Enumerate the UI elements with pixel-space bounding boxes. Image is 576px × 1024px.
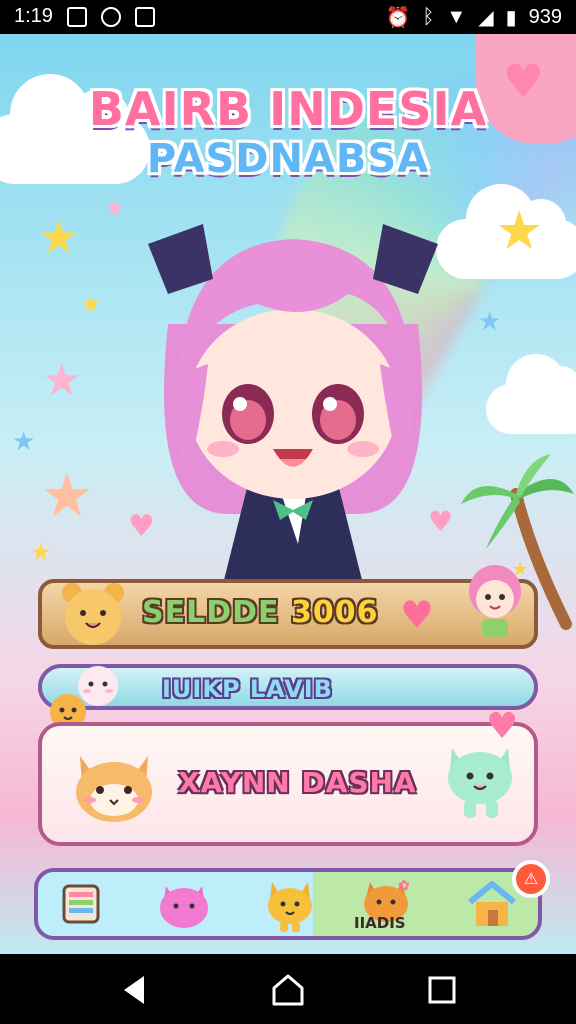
svg-text:✿: ✿ bbox=[398, 878, 410, 894]
star-icon: ★ bbox=[40, 461, 94, 531]
bluetooth-icon: ᛒ bbox=[422, 6, 435, 28]
star-icon: ★ bbox=[478, 307, 502, 337]
svg-text:♥: ♥ bbox=[486, 708, 518, 747]
star-icon: ★ bbox=[30, 538, 52, 566]
pink-pet-icon bbox=[160, 886, 208, 928]
back-icon[interactable] bbox=[116, 972, 152, 1008]
game-screen[interactable]: ♥ ★ ★ ★ ★ ★ ★ ★ ★ ★ ♥ ♥ BAIRB INDESIA PA… bbox=[0, 34, 576, 954]
score-value: 3006 bbox=[290, 595, 379, 630]
mint-cat-mascot-icon: ♥ bbox=[448, 708, 518, 818]
cloud-decoration bbox=[486, 354, 576, 434]
book-icon bbox=[62, 884, 100, 924]
game-bottom-nav: ✿ IIADIS bbox=[34, 868, 542, 940]
star-icon: ★ bbox=[12, 427, 36, 457]
chibi-character[interactable] bbox=[108, 184, 478, 604]
battery-icon: ▮ bbox=[505, 7, 517, 29]
alarm-icon: ⏰ bbox=[385, 7, 411, 29]
clock: 1:19 bbox=[14, 5, 53, 27]
home-icon bbox=[468, 881, 516, 926]
system-nav-bar bbox=[0, 954, 576, 1024]
cat-pet-icon bbox=[268, 882, 312, 932]
game-title: BAIRB INDESIA bbox=[88, 82, 488, 136]
level-label: IUIKP LAVIB bbox=[162, 675, 333, 703]
heart-icon: ♥ bbox=[400, 593, 435, 637]
battery-level: 939 bbox=[528, 6, 562, 28]
notification-badge-icon[interactable]: ⚠ bbox=[512, 860, 550, 898]
score-label: SELDDE bbox=[142, 595, 280, 630]
wifi-icon: ▼ bbox=[446, 6, 467, 28]
nav-pink-pet-button[interactable] bbox=[144, 872, 224, 936]
level-bar[interactable]: IUIKP LAVIB bbox=[38, 664, 538, 710]
eye-notification-icon bbox=[100, 6, 121, 27]
svg-text:★: ★ bbox=[512, 559, 528, 580]
status-bar: 1:19 ⏰ ᛒ ▼ ◢ ▮ 939 bbox=[0, 0, 576, 34]
star-icon: ★ bbox=[42, 355, 82, 406]
bear-mascot-icon bbox=[62, 583, 124, 645]
score-text: SELDDE 3006 bbox=[142, 595, 378, 630]
cat-mascot-icon bbox=[76, 756, 152, 822]
messenger-notification-icon bbox=[134, 6, 155, 27]
nav-cat-pet-button[interactable] bbox=[250, 872, 330, 936]
name-panel[interactable]: XAYNN DASHA ♥ bbox=[38, 708, 538, 846]
image-notification-icon bbox=[66, 6, 87, 27]
player-name: XAYNN DASHA bbox=[178, 766, 417, 799]
home-nav-icon[interactable] bbox=[270, 972, 306, 1008]
nav-active-label: IIADIS bbox=[354, 914, 406, 932]
nav-book-button[interactable] bbox=[42, 872, 122, 936]
star-icon: ★ bbox=[80, 290, 102, 318]
pink-girl-mascot-icon: ★ bbox=[469, 559, 528, 637]
score-panel[interactable]: SELDDE 3006 ♥ ★ bbox=[38, 559, 538, 649]
star-icon: ★ bbox=[38, 210, 80, 264]
star-icon: ★ bbox=[495, 199, 544, 262]
game-subtitle: PASDNABSA bbox=[146, 136, 430, 182]
recents-icon[interactable] bbox=[424, 972, 460, 1008]
signal-icon: ◢ bbox=[478, 7, 494, 29]
